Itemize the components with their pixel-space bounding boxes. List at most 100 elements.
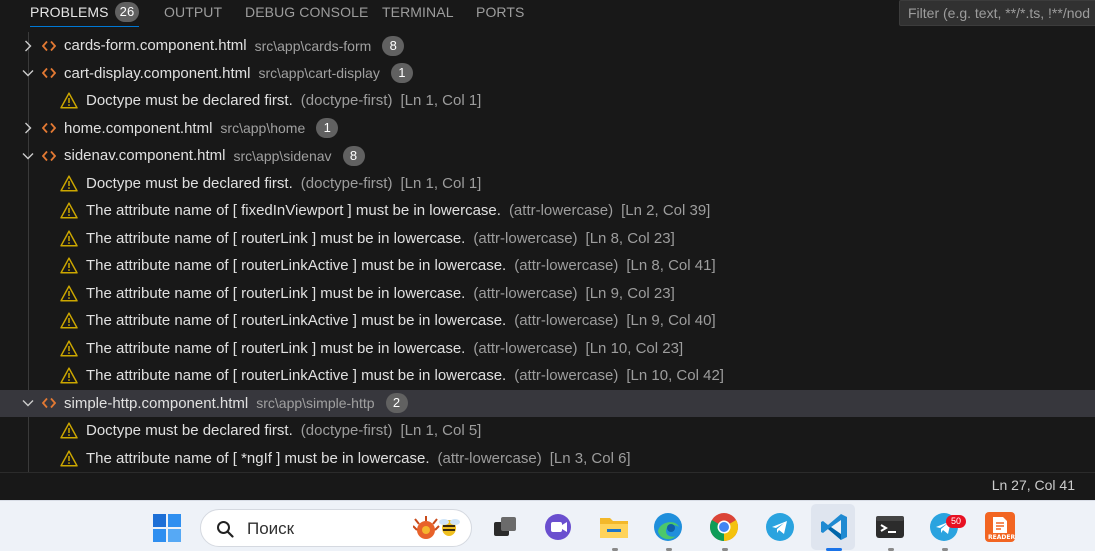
problem-file-row[interactable]: simple-http.component.html src\app\simple… — [0, 389, 1095, 418]
filter-input[interactable] — [900, 1, 1095, 25]
tab-debug-console-label: DEBUG CONSOLE — [245, 4, 369, 20]
tab-ports[interactable]: PORTS — [476, 0, 524, 26]
file-path: src\app\cards-form — [254, 37, 372, 54]
problem-item-row[interactable]: The attribute name of [ routerLinkActive… — [0, 362, 1095, 390]
warning-icon — [60, 230, 78, 247]
problem-message: Doctype must be declared first. — [86, 92, 293, 110]
reader-label: READER — [988, 534, 1016, 541]
html-file-icon — [42, 39, 56, 53]
tab-terminal[interactable]: TERMINAL — [382, 0, 454, 26]
file-name: sidenav.component.html — [64, 147, 226, 165]
problem-item-content: The attribute name of [ routerLinkActive… — [60, 307, 716, 335]
file-path: src\app\home — [220, 120, 306, 137]
taskbar-search[interactable]: Поиск — [200, 509, 472, 547]
problem-count-badge: 2 — [385, 393, 408, 414]
problem-file-content: cards-form.component.html src\app\cards-f… — [20, 32, 405, 60]
problem-item-content: Doctype must be declared first. (doctype-… — [60, 417, 481, 445]
problem-message: Doctype must be declared first. — [86, 174, 293, 192]
chevron-right-icon[interactable] — [20, 120, 36, 136]
problem-item-row[interactable]: The attribute name of [ fixedInViewport … — [0, 197, 1095, 225]
tab-problems[interactable]: PROBLEMS 26 — [30, 0, 140, 27]
start-icon[interactable] — [152, 513, 182, 543]
file-path: src\app\simple-http — [256, 395, 375, 412]
problem-source: (doctype-first) — [300, 422, 393, 440]
problem-location: [Ln 10, Col 42] — [626, 367, 724, 385]
file-explorer-icon[interactable] — [598, 511, 630, 543]
problem-location: [Ln 2, Col 39] — [621, 202, 711, 220]
problem-source: (attr-lowercase) — [473, 229, 578, 247]
chrome-icon[interactable] — [708, 511, 740, 543]
status-bar: Ln 27, Col 41 — [0, 472, 1095, 496]
problem-source: (attr-lowercase) — [514, 312, 619, 330]
chevron-down-icon[interactable] — [20, 65, 36, 81]
vscode-icon[interactable] — [818, 511, 850, 543]
problem-count-badge: 1 — [316, 118, 339, 139]
problem-message: The attribute name of [ routerLink ] mus… — [86, 339, 466, 357]
problem-item-content: The attribute name of [ routerLinkActive… — [60, 252, 716, 280]
problem-item-row[interactable]: The attribute name of [ routerLink ] mus… — [0, 280, 1095, 308]
file-name: cards-form.component.html — [64, 37, 247, 55]
tab-debug-console[interactable]: DEBUG CONSOLE — [245, 0, 368, 26]
problem-count-badge: 1 — [390, 63, 413, 84]
problem-file-row[interactable]: cart-display.component.html src\app\cart-… — [0, 60, 1095, 88]
tab-output[interactable]: OUTPUT — [164, 0, 222, 26]
file-path: src\app\sidenav — [233, 147, 332, 164]
chevron-down-icon[interactable] — [20, 395, 36, 411]
problem-file-content: simple-http.component.html src\app\simple… — [20, 390, 408, 418]
terminal-icon[interactable] — [874, 511, 906, 543]
file-path: src\app\cart-display — [258, 65, 380, 82]
problem-item-content: Doctype must be declared first. (doctype-… — [60, 87, 481, 115]
warning-icon — [60, 422, 78, 439]
problem-message: The attribute name of [ routerLink ] mus… — [86, 284, 466, 302]
problem-location: [Ln 1, Col 1] — [400, 174, 482, 192]
problem-item-row[interactable]: Doctype must be declared first. (doctype-… — [0, 417, 1095, 445]
problem-item-row[interactable]: Doctype must be declared first. (doctype-… — [0, 87, 1095, 115]
tab-problems-label: PROBLEMS — [30, 4, 109, 20]
chevron-down-icon[interactable] — [20, 148, 36, 164]
problems-filter — [899, 0, 1095, 26]
problem-item-content: The attribute name of [ routerLinkActive… — [60, 362, 724, 390]
problem-file-content: home.component.html src\app\home 1 — [20, 115, 339, 143]
html-file-icon — [42, 66, 56, 80]
problem-item-content: The attribute name of [ routerLink ] mus… — [60, 225, 675, 253]
cursor-position[interactable]: Ln 27, Col 41 — [992, 477, 1075, 493]
tab-terminal-label: TERMINAL — [382, 4, 454, 20]
problem-message: The attribute name of [ routerLinkActive… — [86, 257, 507, 275]
problem-source: (doctype-first) — [300, 174, 393, 192]
problem-location: [Ln 9, Col 40] — [626, 312, 716, 330]
edge-icon[interactable] — [652, 511, 684, 543]
problem-location: [Ln 3, Col 6] — [549, 449, 631, 467]
task-view-icon[interactable] — [490, 511, 522, 543]
problem-item-row[interactable]: The attribute name of [ routerLink ] mus… — [0, 335, 1095, 363]
panel-tab-bar: PROBLEMS 26 OUTPUT DEBUG CONSOLE TERMINAL… — [0, 0, 1095, 27]
problem-message: The attribute name of [ routerLinkActive… — [86, 367, 507, 385]
problem-item-row[interactable]: The attribute name of [ *ngIf ] must be … — [0, 445, 1095, 473]
problem-message: The attribute name of [ routerLinkActive… — [86, 312, 507, 330]
problem-item-row[interactable]: The attribute name of [ routerLink ] mus… — [0, 225, 1095, 253]
warning-icon — [60, 285, 78, 302]
problem-source: (attr-lowercase) — [437, 449, 542, 467]
problem-item-content: The attribute name of [ fixedInViewport … — [60, 197, 710, 225]
warning-icon — [60, 257, 78, 274]
problem-file-content: cart-display.component.html src\app\cart-… — [20, 60, 413, 88]
notification-badge: 50 — [946, 515, 966, 528]
problem-file-row[interactable]: sidenav.component.html src\app\sidenav 8 — [0, 142, 1095, 170]
search-highlight-icon — [412, 516, 463, 542]
problem-source: (attr-lowercase) — [473, 284, 578, 302]
problems-count-badge: 26 — [114, 2, 140, 22]
problem-count-badge: 8 — [382, 35, 405, 56]
chevron-right-icon[interactable] — [20, 38, 36, 54]
meet-icon[interactable] — [542, 511, 574, 543]
file-name: simple-http.component.html — [64, 394, 249, 412]
search-icon — [216, 520, 234, 538]
problem-item-row[interactable]: The attribute name of [ routerLinkActive… — [0, 307, 1095, 335]
problem-item-row[interactable]: Doctype must be declared first. (doctype-… — [0, 170, 1095, 198]
problem-file-row[interactable]: cards-form.component.html src\app\cards-f… — [0, 32, 1095, 60]
problem-file-content: sidenav.component.html src\app\sidenav 8 — [20, 142, 365, 170]
problem-message: The attribute name of [ routerLink ] mus… — [86, 229, 466, 247]
html-file-icon — [42, 149, 56, 163]
problem-item-row[interactable]: The attribute name of [ routerLinkActive… — [0, 252, 1095, 280]
problem-file-row[interactable]: home.component.html src\app\home 1 — [0, 115, 1095, 143]
telegram-icon[interactable] — [764, 511, 796, 543]
problem-location: [Ln 8, Col 41] — [626, 257, 716, 275]
